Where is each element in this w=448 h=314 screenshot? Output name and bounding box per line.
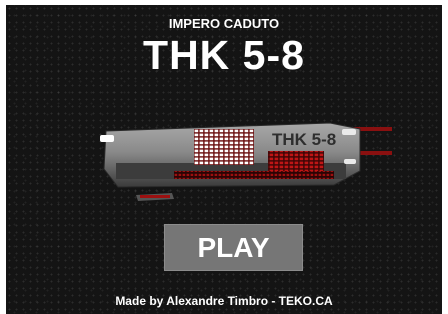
ship-rear-light-lower: [344, 159, 356, 164]
game-title: THK 5-8: [143, 32, 305, 78]
play-button[interactable]: PLAY: [164, 224, 303, 271]
ship-hull-label: THK 5-8: [272, 130, 336, 149]
credit-text: Made by Alexandre Timbro - TEKO.CA: [115, 294, 333, 308]
ship-window-block: [194, 129, 254, 165]
ship-rear-light-upper: [342, 129, 356, 135]
ship-lower-windows: [174, 171, 334, 179]
game-subtitle: IMPERO CADUTO: [168, 16, 280, 31]
ship-under-lights: [140, 195, 170, 198]
ship-red-panel: [268, 151, 324, 171]
ship-front-light: [100, 135, 114, 142]
game-screen: IMPERO CADUTO THK 5-8 THK 5-8 PLAY Made …: [6, 5, 442, 314]
spaceship-illustration: THK 5-8: [100, 122, 392, 201]
